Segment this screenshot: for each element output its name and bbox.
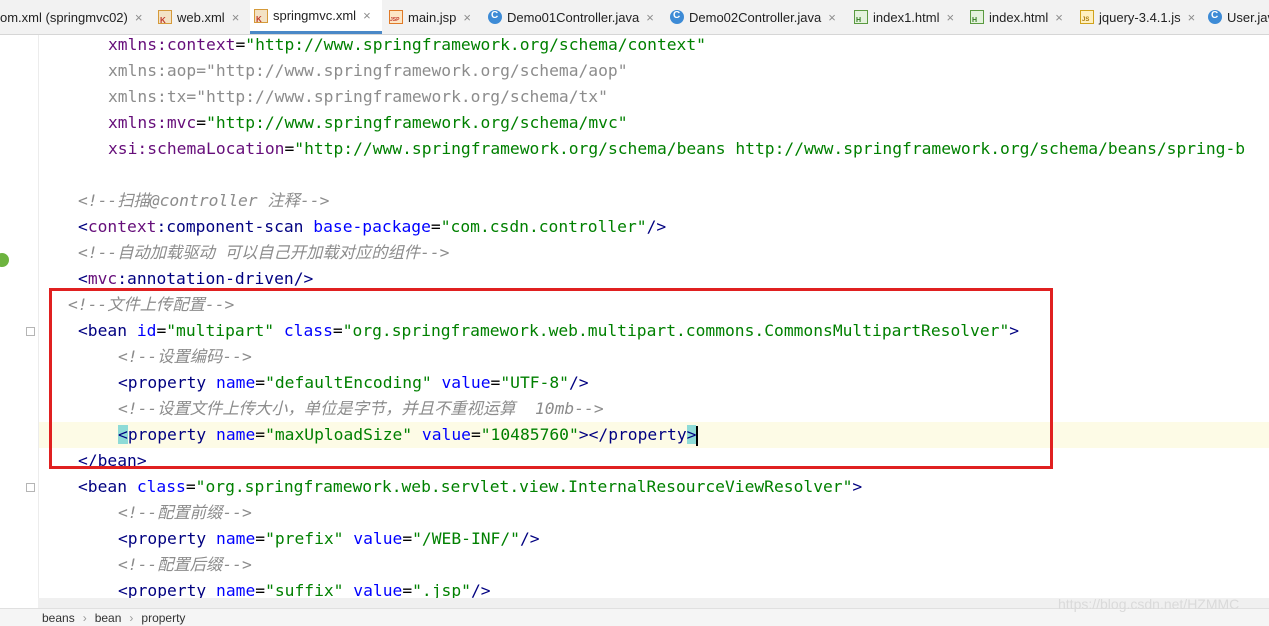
code-line: <bean class="org.springframework.web.ser… <box>78 477 863 496</box>
tab-label: index.html <box>989 9 1049 25</box>
java-class-icon <box>1208 10 1222 24</box>
xml-file-icon <box>254 8 268 24</box>
tab-jquery-js[interactable]: jquery-3.4.1.js × <box>1076 0 1202 34</box>
tab-web-xml[interactable]: web.xml × <box>154 0 246 34</box>
code-line: xmlns:tx="http://www.springframework.org… <box>108 87 608 106</box>
editor-tab-bar: om.xml (springmvc02) × web.xml × springm… <box>0 0 1269 35</box>
editor-gutter <box>0 35 38 608</box>
tab-user-java[interactable]: User.jav <box>1204 0 1269 34</box>
code-line: <!--文件上传配置--> <box>68 295 235 314</box>
close-icon[interactable]: × <box>828 10 836 25</box>
tab-label: Demo02Controller.java <box>689 9 822 25</box>
fold-toggle-icon[interactable] <box>26 327 35 336</box>
close-icon[interactable]: × <box>135 10 143 25</box>
code-line: </bean> <box>78 451 147 470</box>
code-line: <context:component-scan base-package="co… <box>78 217 667 236</box>
java-class-icon <box>488 10 502 24</box>
close-icon[interactable]: × <box>1055 10 1063 25</box>
tab-label: jquery-3.4.1.js <box>1099 9 1181 25</box>
java-class-icon <box>670 10 684 24</box>
code-line: xmlns:aop="http://www.springframework.or… <box>108 61 628 80</box>
tab-demo02controller[interactable]: Demo02Controller.java × <box>666 0 848 34</box>
breadcrumb-item-beans[interactable]: beans <box>42 611 75 625</box>
tab-main-jsp[interactable]: main.jsp × <box>385 0 481 34</box>
code-line: <mvc:annotation-driven/> <box>78 269 314 288</box>
breadcrumb-item-property[interactable]: property <box>141 611 185 625</box>
matched-bracket: < <box>118 425 128 444</box>
code-line: <!--扫描@controller 注释--> <box>78 191 330 210</box>
tab-springmvc-xml[interactable]: springmvc.xml × <box>250 0 382 34</box>
close-icon[interactable]: × <box>232 10 240 25</box>
breadcrumb-item-bean[interactable]: bean <box>95 611 122 625</box>
code-line: <!--设置编码--> <box>118 347 252 366</box>
tab-label: index1.html <box>873 9 940 25</box>
jsp-file-icon <box>389 10 403 24</box>
close-icon[interactable]: × <box>946 10 954 25</box>
code-editor[interactable]: xmlns:context="http://www.springframewor… <box>39 35 1269 608</box>
chevron-right-icon: › <box>129 610 134 625</box>
tab-pom-xml[interactable]: om.xml (springmvc02) × <box>0 0 146 34</box>
close-icon[interactable]: × <box>363 8 371 23</box>
tab-label: Demo01Controller.java <box>507 9 640 25</box>
spring-bean-icon[interactable] <box>0 253 9 267</box>
tab-label: om.xml (springmvc02) <box>0 9 128 25</box>
fold-toggle-icon[interactable] <box>26 483 35 492</box>
html-file-icon <box>854 10 868 24</box>
tab-label: main.jsp <box>408 9 457 25</box>
tab-index-html[interactable]: index.html × <box>966 0 1074 34</box>
tab-label: springmvc.xml <box>273 8 357 23</box>
xml-file-icon <box>158 10 172 25</box>
text-caret <box>696 425 699 446</box>
code-line: <!--自动加载驱动 可以自己开加载对应的组件--> <box>78 243 450 262</box>
current-code-line: <property name="maxUploadSize" value="10… <box>39 422 1269 448</box>
close-icon[interactable]: × <box>1188 10 1196 25</box>
tab-label: User.jav <box>1227 9 1269 25</box>
code-line: xmlns:mvc="http://www.springframework.or… <box>108 113 628 132</box>
code-line: <bean id="multipart" class="org.springfr… <box>78 321 1020 340</box>
close-icon[interactable]: × <box>646 10 654 25</box>
code-line: <!--配置后缀--> <box>118 555 252 574</box>
watermark-text: https://blog.csdn.net/HZMMC <box>1058 596 1240 612</box>
chevron-right-icon: › <box>82 610 87 625</box>
tab-label: web.xml <box>177 9 225 25</box>
js-file-icon <box>1080 10 1094 24</box>
code-line: xmlns:context="http://www.springframewor… <box>108 35 706 54</box>
tab-demo01controller[interactable]: Demo01Controller.java × <box>484 0 664 34</box>
code-line: <!--配置前缀--> <box>118 503 252 522</box>
matched-bracket: > <box>686 425 697 444</box>
code-line: <property name="prefix" value="/WEB-INF/… <box>118 529 540 548</box>
code-line: <!--设置文件上传大小，单位是字节，并且不重视运算 10mb--> <box>118 399 604 418</box>
code-line: xsi:schemaLocation="http://www.springfra… <box>108 139 1246 158</box>
code-line: <property name="defaultEncoding" value="… <box>118 373 589 392</box>
close-icon[interactable]: × <box>463 10 471 25</box>
html-file-icon <box>970 10 984 24</box>
tab-index1-html[interactable]: index1.html × <box>850 0 964 34</box>
